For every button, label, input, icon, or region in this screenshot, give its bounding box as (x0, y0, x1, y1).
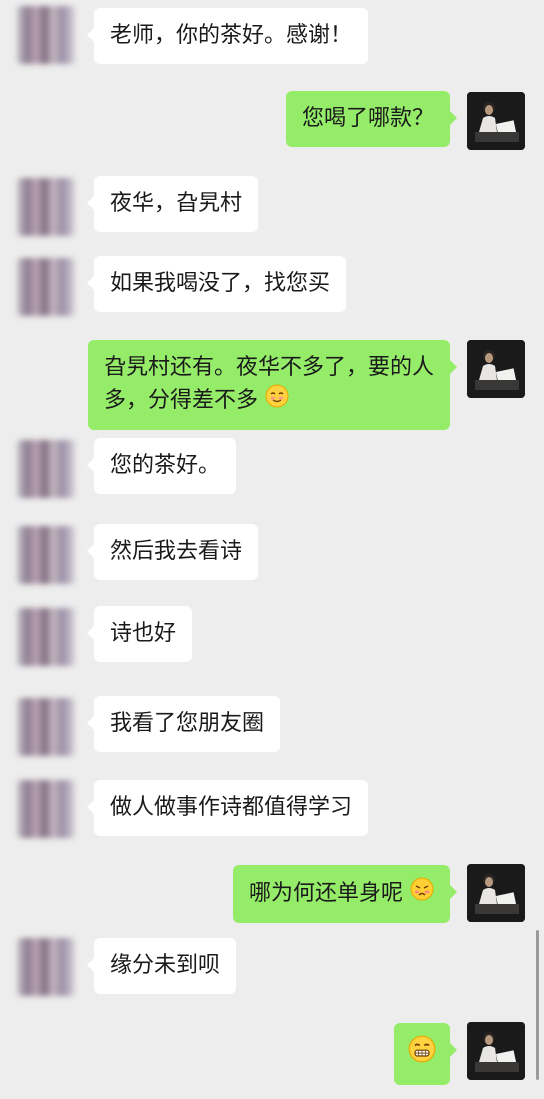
message-bubble[interactable]: 旮旯村还有。夜华不多了，要的人多，分得差不多 (88, 340, 457, 430)
contact-avatar[interactable] (17, 698, 75, 756)
bubble-tail (87, 958, 94, 972)
bubble-tail (87, 28, 94, 42)
message-bubble[interactable]: 然后我去看诗 (87, 524, 259, 580)
message-bubble[interactable]: 我看了您朋友圈 (87, 696, 281, 752)
contact-avatar[interactable] (17, 258, 75, 316)
message-text: 诗也好 (110, 621, 177, 646)
message-text: 老师，你的茶好。感谢！ (110, 23, 353, 48)
message-bubble[interactable]: 老师，你的茶好。感谢！ (87, 8, 369, 64)
person-reading-photo (467, 864, 525, 922)
pouting-emoji-icon (410, 877, 434, 911)
smile-emoji-icon (265, 384, 289, 418)
contact-avatar[interactable] (17, 780, 75, 838)
scrollbar[interactable] (536, 930, 539, 1080)
message-bubble[interactable]: 缘分未到呗 (87, 938, 237, 994)
message-bubble[interactable]: 如果我喝没了，找您买 (87, 256, 347, 312)
user-avatar[interactable] (467, 864, 525, 922)
message-text: 缘分未到呗 (110, 953, 221, 978)
message-bubble[interactable]: 哪为何还单身呢 (232, 865, 457, 923)
bubble-tail (450, 1043, 457, 1057)
message-bubble[interactable]: 您的茶好。 (87, 438, 237, 494)
person-reading-photo (467, 1022, 525, 1080)
bubble-tail (450, 885, 457, 899)
contact-avatar[interactable] (17, 178, 75, 236)
chat-message-list: 老师，你的茶好。感谢！ 您喝了哪款？ 夜华，旮旯村 如果我喝没了，找您买 旮旯村… (0, 0, 544, 1099)
message-text: 您喝了哪款？ (301, 106, 434, 131)
user-avatar[interactable] (467, 1022, 525, 1080)
bubble-tail (450, 360, 457, 374)
contact-avatar[interactable] (17, 526, 75, 584)
message-text: 您的茶好。 (110, 453, 221, 478)
bubble-tail (87, 196, 94, 210)
contact-avatar[interactable] (17, 6, 75, 64)
message-bubble[interactable]: 做人做事作诗都值得学习 (87, 780, 369, 836)
bubble-tail (87, 626, 94, 640)
user-avatar[interactable] (467, 92, 525, 150)
bubble-tail (87, 458, 94, 472)
message-text: 然后我去看诗 (110, 539, 243, 564)
bubble-tail (87, 544, 94, 558)
bubble-tail (450, 111, 457, 125)
user-avatar[interactable] (467, 340, 525, 398)
message-text: 如果我喝没了，找您买 (110, 271, 331, 296)
person-reading-photo (467, 92, 525, 150)
bubble-tail (87, 716, 94, 730)
contact-avatar[interactable] (17, 440, 75, 498)
message-bubble[interactable]: 夜华，旮旯村 (87, 176, 259, 232)
contact-avatar[interactable] (17, 608, 75, 666)
contact-avatar[interactable] (17, 938, 75, 996)
bubble-tail (87, 276, 94, 290)
message-text: 做人做事作诗都值得学习 (110, 795, 353, 820)
bubble-tail (87, 800, 94, 814)
message-text: 哪为何还单身呢 (248, 881, 403, 906)
message-text: 夜华，旮旯村 (110, 191, 243, 216)
person-reading-photo (467, 340, 525, 398)
message-bubble[interactable]: 您喝了哪款？ (285, 91, 457, 147)
grin-emoji-icon (408, 1035, 436, 1073)
message-bubble[interactable]: 诗也好 (87, 606, 193, 662)
message-bubble[interactable] (394, 1023, 457, 1085)
message-text: 我看了您朋友圈 (110, 711, 265, 736)
